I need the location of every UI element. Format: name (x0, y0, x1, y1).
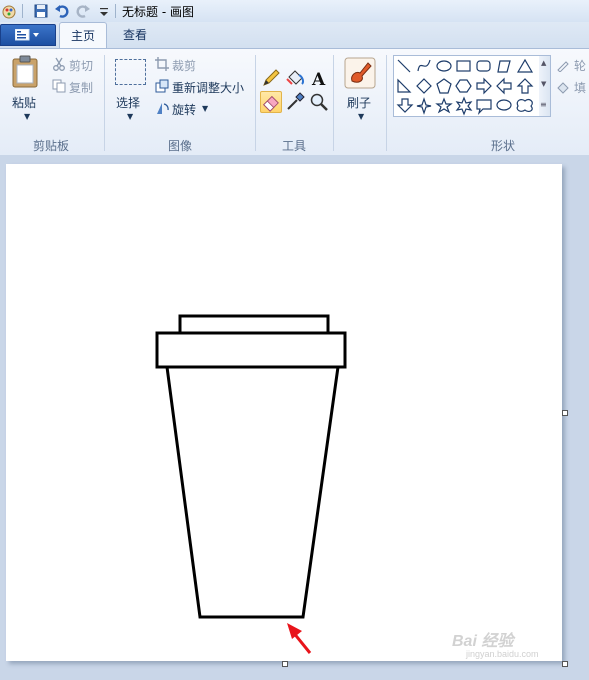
rounded-rectangle-shape-icon[interactable] (476, 60, 491, 72)
ribbon: 粘贴 ▼ 剪切 复制 剪贴板 选择 ▼ 裁剪 重新调整大小 旋转 ▼ 图像 A … (0, 48, 589, 156)
brush-button[interactable]: 刷子 (347, 94, 371, 111)
scroll-down-arrow[interactable]: ▼ (541, 80, 546, 88)
resize-handle-bottom[interactable] (282, 661, 288, 667)
customize-toolbar-icon[interactable] (96, 3, 112, 19)
paste-dropdown-arrow[interactable]: ▼ (24, 112, 30, 121)
outline-icon[interactable] (556, 58, 570, 72)
baidu-watermark: Bai 经验 jingyan.baidu.com (452, 627, 539, 659)
title-bar: 无标题 - 画图 (0, 0, 589, 23)
cup-drawing (155, 314, 347, 654)
fill-icon[interactable] (556, 80, 570, 94)
line-shape-icon[interactable] (397, 59, 411, 73)
shapes-gallery-grid (396, 58, 534, 116)
resize-handle-corner[interactable] (562, 661, 568, 667)
copy-icon[interactable] (52, 79, 66, 93)
fill-bucket-icon[interactable] (284, 67, 306, 89)
tab-view[interactable]: 查看 (113, 22, 157, 48)
rotate-dropdown-arrow[interactable]: ▼ (202, 104, 208, 113)
crop-button[interactable]: 裁剪 (172, 57, 196, 74)
resize-handle-right[interactable] (562, 410, 568, 416)
right-triangle-shape-icon[interactable] (397, 78, 412, 93)
watermark-subtext: jingyan.baidu.com (466, 649, 539, 659)
up-arrow-shape-icon[interactable] (516, 78, 534, 94)
gallery-expand-arrow[interactable]: ≡ (540, 100, 547, 109)
rotate-button[interactable]: 旋转 (172, 101, 196, 118)
undo-icon[interactable] (54, 3, 70, 19)
cup-lid-top (178, 314, 330, 335)
app-menu-button[interactable] (0, 24, 56, 46)
crop-icon[interactable] (155, 57, 169, 71)
color-picker-icon[interactable] (284, 91, 306, 113)
shapes-group-label: 形状 (490, 139, 515, 153)
six-point-star-shape-icon[interactable] (455, 96, 473, 116)
left-arrow-shape-icon[interactable] (496, 77, 512, 95)
scroll-up-arrow[interactable]: ▲ (541, 59, 546, 67)
cup-lid-rim (155, 331, 347, 369)
text-tool-icon[interactable]: A (308, 67, 330, 89)
rotate-icon[interactable] (155, 101, 169, 115)
oval-callout-shape-icon[interactable] (496, 99, 512, 111)
rounded-callout-shape-icon[interactable] (476, 99, 492, 115)
watermark-text: Bai 经验 (452, 633, 514, 650)
annotation-arrow (287, 623, 312, 654)
right-arrow-shape-icon[interactable] (476, 77, 492, 95)
diamond-shape-icon[interactable] (416, 78, 432, 94)
eraser-icon (263, 95, 279, 112)
redo-icon[interactable] (75, 3, 91, 19)
shapes-scrollbar[interactable]: ▲ ▼ ≡ (539, 55, 551, 117)
curve-shape-icon[interactable] (417, 59, 431, 72)
cup-body (165, 366, 340, 619)
group-separator (104, 55, 105, 151)
clipboard-group-label: 剪贴板 (32, 139, 69, 153)
select-dropdown-arrow[interactable]: ▼ (127, 112, 133, 121)
down-arrow-shape-icon[interactable] (396, 98, 414, 113)
paste-button[interactable]: 粘贴 (12, 94, 36, 111)
fill-button[interactable]: 填 (574, 79, 586, 96)
svg-text:A: A (311, 70, 326, 89)
window-title: 无标题 - 画图 (122, 5, 194, 19)
cloud-callout-shape-icon[interactable] (516, 98, 533, 112)
triangle-shape-icon[interactable] (516, 58, 534, 73)
drawing-canvas[interactable] (6, 164, 562, 661)
resize-icon[interactable] (155, 79, 169, 93)
brush-icon[interactable] (344, 57, 376, 89)
oval-shape-icon[interactable] (436, 60, 452, 72)
copy-button[interactable]: 复制 (69, 79, 93, 96)
image-group-label: 图像 (167, 139, 192, 153)
outline-button[interactable]: 轮 (574, 57, 586, 74)
group-separator (255, 55, 256, 151)
polygon-shape-icon[interactable] (497, 60, 511, 73)
rectangle-shape-icon[interactable] (456, 60, 471, 72)
cut-icon[interactable] (52, 57, 66, 71)
group-separator (386, 55, 387, 151)
title-divider (115, 4, 116, 18)
cut-button[interactable]: 剪切 (69, 57, 93, 74)
paint-app-icon[interactable] (2, 3, 18, 19)
tab-home[interactable]: 主页 (59, 22, 107, 49)
resize-button[interactable]: 重新调整大小 (172, 79, 244, 96)
select-icon[interactable] (115, 59, 146, 85)
shapes-gallery (393, 55, 541, 117)
hexagon-shape-icon[interactable] (455, 79, 472, 93)
paste-icon[interactable] (11, 55, 41, 89)
eraser-tool[interactable] (260, 91, 282, 113)
save-icon[interactable] (33, 3, 49, 19)
select-button[interactable]: 选择 (116, 94, 140, 111)
tools-group-label: 工具 (281, 139, 306, 153)
magnifier-icon[interactable] (308, 91, 330, 113)
four-point-star-shape-icon[interactable] (416, 97, 432, 115)
pencil-icon[interactable] (260, 67, 282, 89)
pentagon-shape-icon[interactable] (436, 78, 452, 94)
menu-icon (15, 29, 39, 41)
brush-dropdown-arrow[interactable]: ▼ (358, 112, 364, 121)
group-separator (333, 55, 334, 151)
five-point-star-shape-icon[interactable] (435, 97, 453, 114)
qa-divider (22, 4, 23, 18)
